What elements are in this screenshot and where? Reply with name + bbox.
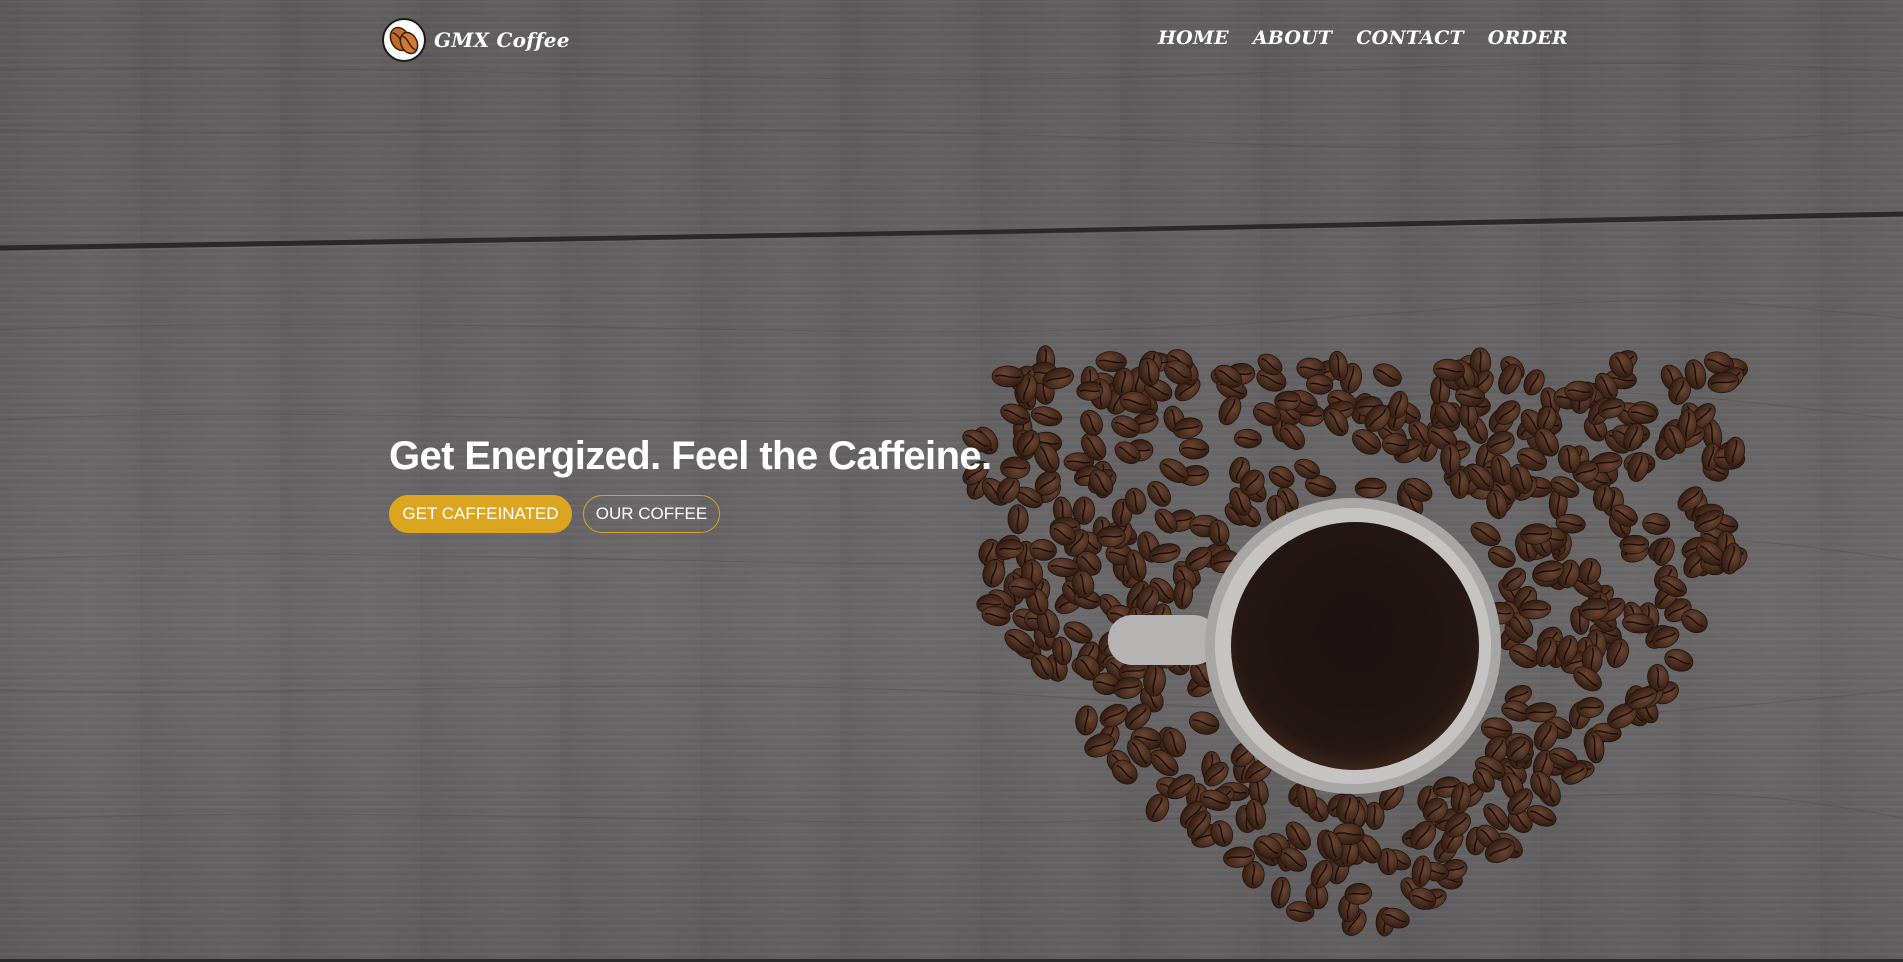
get-caffeinated-button[interactable]: GET CAFFEINATED — [389, 495, 572, 533]
nav-item-home[interactable]: HOME — [1158, 27, 1229, 49]
our-coffee-button[interactable]: OUR COFFEE — [583, 495, 720, 533]
hero-background-image — [0, 62, 1903, 937]
hero-section: GMX Coffee HOME ABOUT CONTACT ORDER Get … — [0, 0, 1903, 962]
nav-item-order[interactable]: ORDER — [1488, 27, 1568, 49]
main-nav: HOME ABOUT CONTACT ORDER — [1158, 27, 1568, 49]
nav-item-about[interactable]: ABOUT — [1253, 27, 1332, 49]
brand-name: GMX Coffee — [434, 28, 570, 52]
brand-logo-link[interactable]: GMX Coffee — [382, 18, 570, 62]
nav-item-contact[interactable]: CONTACT — [1356, 27, 1464, 49]
coffee-bean-icon — [382, 18, 426, 62]
hero-headline: Get Energized. Feel the Caffeine. — [389, 434, 992, 478]
hero-cta-group: GET CAFFEINATED OUR COFFEE — [389, 495, 720, 533]
